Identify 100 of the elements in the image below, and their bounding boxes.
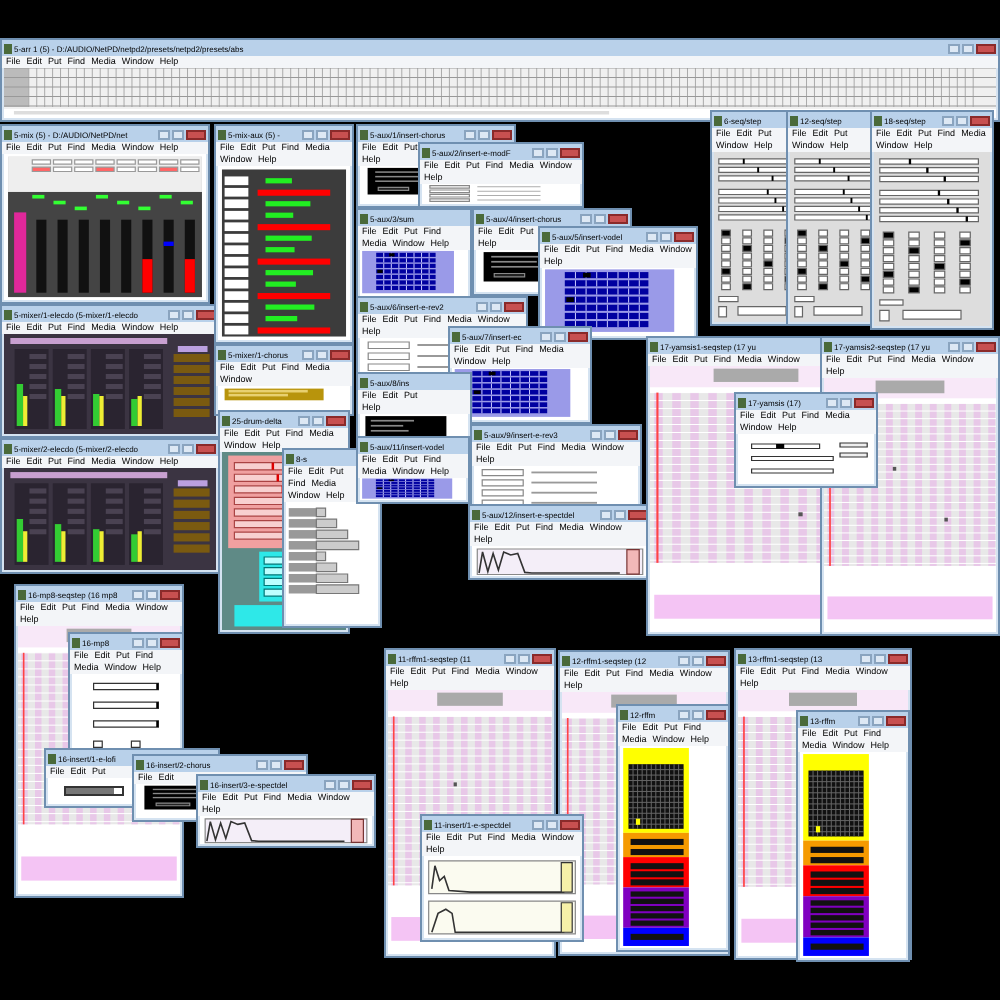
maximize-button[interactable] [840, 397, 852, 407]
minimize-button[interactable] [600, 509, 612, 519]
app-icon [18, 589, 26, 599]
app-icon [222, 415, 230, 425]
app-icon [562, 655, 570, 665]
close-button[interactable] [568, 331, 588, 341]
maximize-button[interactable] [316, 129, 328, 139]
close-button[interactable] [160, 589, 180, 599]
maximize-button[interactable] [692, 709, 704, 719]
minimize-button[interactable] [168, 309, 180, 319]
minimize-button[interactable] [580, 213, 592, 223]
maximize-button[interactable] [172, 129, 184, 139]
maximize-button[interactable] [956, 115, 968, 125]
minimize-button[interactable] [942, 115, 954, 125]
minimize-button[interactable] [504, 653, 516, 663]
close-button[interactable] [284, 759, 304, 769]
maximize-button[interactable] [614, 509, 626, 519]
app-icon [360, 301, 368, 311]
minimize-button[interactable] [540, 331, 552, 341]
minimize-button[interactable] [532, 147, 544, 157]
app-icon [800, 715, 808, 725]
maximize-button[interactable] [490, 301, 502, 311]
maximize-button[interactable] [692, 655, 704, 665]
minimize-button[interactable] [464, 129, 476, 139]
close-button[interactable] [970, 115, 990, 125]
close-button[interactable] [196, 443, 216, 453]
close-button[interactable] [888, 653, 908, 663]
maximize-button[interactable] [518, 653, 530, 663]
close-button[interactable] [186, 129, 206, 139]
minimize-button[interactable] [646, 231, 658, 241]
minimize-button[interactable] [158, 129, 170, 139]
maximize-button[interactable] [660, 231, 672, 241]
app-icon [422, 147, 430, 157]
close-button[interactable] [706, 709, 726, 719]
app-icon [874, 115, 882, 125]
close-button[interactable] [886, 715, 906, 725]
minimize-button[interactable] [678, 655, 690, 665]
close-button[interactable] [560, 147, 580, 157]
minimize-button[interactable] [826, 397, 838, 407]
close-button[interactable] [674, 231, 694, 241]
maximize-button[interactable] [338, 779, 350, 789]
minimize-button[interactable] [678, 709, 690, 719]
close-button[interactable] [854, 397, 874, 407]
minimize-button[interactable] [858, 715, 870, 725]
app-icon [360, 129, 368, 139]
minimize-button[interactable] [168, 443, 180, 453]
maximize-button[interactable] [874, 653, 886, 663]
maximize-button[interactable] [594, 213, 606, 223]
close-button[interactable] [196, 309, 216, 319]
maximize-button[interactable] [478, 129, 490, 139]
close-button[interactable] [504, 301, 524, 311]
minimize-button[interactable] [590, 429, 602, 439]
close-button[interactable] [160, 637, 180, 647]
minimize-button[interactable] [132, 589, 144, 599]
close-button[interactable] [330, 349, 350, 359]
minimize-button[interactable] [256, 759, 268, 769]
close-button[interactable] [352, 779, 372, 789]
maximize-button[interactable] [872, 715, 884, 725]
close-button[interactable] [618, 429, 638, 439]
minimize-button[interactable] [948, 341, 960, 351]
maximize-button[interactable] [182, 309, 194, 319]
app-icon [136, 759, 144, 769]
close-button[interactable] [628, 509, 648, 519]
minimize-button[interactable] [948, 43, 960, 53]
minimize-button[interactable] [302, 129, 314, 139]
close-button[interactable] [976, 43, 996, 53]
maximize-button[interactable] [962, 43, 974, 53]
maximize-button[interactable] [316, 349, 328, 359]
minimize-button[interactable] [532, 819, 544, 829]
minimize-button[interactable] [302, 349, 314, 359]
app-icon [218, 129, 226, 139]
maximize-button[interactable] [554, 331, 566, 341]
minimize-button[interactable] [298, 415, 310, 425]
minimize-button[interactable] [324, 779, 336, 789]
maximize-button[interactable] [146, 589, 158, 599]
maximize-button[interactable] [546, 147, 558, 157]
maximize-button[interactable] [182, 443, 194, 453]
maximize-button[interactable] [604, 429, 616, 439]
close-button[interactable] [532, 653, 552, 663]
app-icon [738, 653, 746, 663]
close-button[interactable] [326, 415, 346, 425]
maximize-button[interactable] [312, 415, 324, 425]
close-button[interactable] [560, 819, 580, 829]
app-icon [4, 129, 12, 139]
maximize-button[interactable] [146, 637, 158, 647]
slider-track[interactable] [64, 786, 124, 796]
close-button[interactable] [330, 129, 350, 139]
maximize-button[interactable] [270, 759, 282, 769]
app-icon [360, 377, 368, 387]
close-button[interactable] [706, 655, 726, 665]
close-button[interactable] [976, 341, 996, 351]
minimize-button[interactable] [132, 637, 144, 647]
close-button[interactable] [492, 129, 512, 139]
app-icon [286, 453, 294, 463]
app-icon [48, 753, 56, 763]
maximize-button[interactable] [546, 819, 558, 829]
maximize-button[interactable] [962, 341, 974, 351]
close-button[interactable] [608, 213, 628, 223]
minimize-button[interactable] [860, 653, 872, 663]
minimize-button[interactable] [476, 301, 488, 311]
